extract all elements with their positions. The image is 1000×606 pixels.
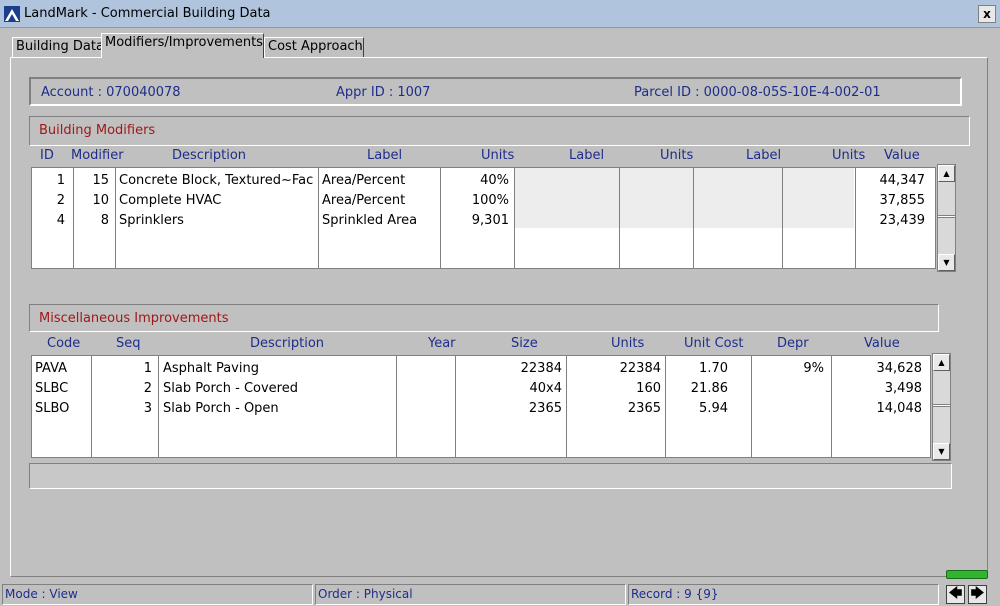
improvements-total-bar [29,463,952,489]
col-header-value: Value [864,336,900,351]
close-button[interactable]: x [978,5,996,23]
improvement-units[interactable]: 22384 [567,361,661,376]
col-header-size: Size [511,336,538,351]
improvement-units[interactable]: 160 [567,381,661,396]
empty-cells-shade [514,168,854,228]
modifier-units[interactable]: 40% [441,173,509,188]
modifier-label[interactable]: Sprinkled Area [322,213,438,228]
improvement-seq[interactable]: 3 [92,401,152,416]
improvement-value[interactable]: 14,048 [832,401,923,416]
tab-cost-approach[interactable]: Cost Approach [264,37,364,57]
col-header-id: ID [40,148,54,163]
status-record: Record : 9 {9} [628,584,939,605]
parcel-id-label: Parcel ID : 0000-08-05S-10E-4-002-01 [634,85,881,100]
modifier-id[interactable]: 1 [32,173,65,188]
misc-improvements-title: Miscellaneous Improvements [39,311,229,326]
improvement-code[interactable]: PAVA [35,361,89,376]
col-header-label-3: Label [746,148,782,163]
modifier-label[interactable]: Area/Percent [322,193,438,208]
title-bar: LandMark - Commercial Building Data x [0,0,1000,28]
col-header-year: Year [428,336,456,351]
modifier-id[interactable]: 4 [32,213,65,228]
modifier-id[interactable]: 2 [32,193,65,208]
scroll-thumb[interactable] [933,404,950,407]
next-record-arrow-icon[interactable]: 🡆 [968,585,987,604]
improvement-code[interactable]: SLBO [35,401,89,416]
scroll-down-arrow-icon[interactable]: ▼ [933,443,950,460]
scroll-up-arrow-icon[interactable]: ▲ [933,354,950,371]
landmark-logo-icon [4,6,20,22]
improvement-size[interactable]: 2365 [456,401,562,416]
modifier-description[interactable]: Sprinklers [119,213,316,228]
improvement-code[interactable]: SLBC [35,381,89,396]
appr-id-label: Appr ID : 1007 [336,85,431,100]
improvement-description[interactable]: Asphalt Paving [163,361,393,376]
improvement-seq[interactable]: 1 [92,361,152,376]
improvements-grid[interactable]: PAVA 1 Asphalt Paving 22384 22384 1.70 9… [31,355,931,458]
col-header-units: Units [611,336,645,351]
col-header-units-3: Units [832,148,866,163]
scroll-thumb[interactable] [938,215,955,218]
modifiers-scrollbar[interactable]: ▲ ▼ [937,164,956,272]
scroll-down-arrow-icon[interactable]: ▼ [938,254,955,271]
col-header-label-1: Label [367,148,403,163]
improvement-units[interactable]: 2365 [567,401,661,416]
modifier-label[interactable]: Area/Percent [322,173,438,188]
modifier-value[interactable]: 44,347 [856,173,926,188]
col-header-description: Description [250,336,325,351]
col-header-code: Code [47,336,81,351]
prev-record-arrow-icon[interactable]: 🡄 [946,585,965,604]
improvement-unit-cost[interactable]: 5.94 [666,401,728,416]
modifier-units[interactable]: 100% [441,193,509,208]
col-header-units-1: Units [481,148,515,163]
modifier-description[interactable]: Concrete Block, Textured~Fac [119,173,316,188]
modifier-code[interactable]: 8 [74,213,109,228]
improvement-unit-cost[interactable]: 21.86 [666,381,728,396]
col-header-units-2: Units [660,148,694,163]
improvement-description[interactable]: Slab Porch - Covered [163,381,393,396]
modifier-code[interactable]: 10 [74,193,109,208]
modifiers-grid[interactable]: 1 15 Concrete Block, Textured~Fac Area/P… [31,167,936,269]
tab-building-data[interactable]: Building Data [12,37,104,57]
improvements-scrollbar[interactable]: ▲ ▼ [932,353,951,461]
window-title: LandMark - Commercial Building Data [24,6,271,21]
col-header-depr: Depr [777,336,809,351]
improvement-depr[interactable]: 9% [752,361,824,376]
building-modifiers-title: Building Modifiers [39,123,156,138]
col-header-description: Description [172,148,247,163]
scroll-up-arrow-icon[interactable]: ▲ [938,165,955,182]
modifier-code[interactable]: 15 [74,173,109,188]
col-header-modifier: Modifier [71,148,124,163]
improvement-value[interactable]: 3,498 [832,381,922,396]
col-header-unit-cost: Unit Cost [684,336,744,351]
improvement-description[interactable]: Slab Porch - Open [163,401,393,416]
modifier-description[interactable]: Complete HVAC [119,193,316,208]
tab-modifiers-improvements[interactable]: Modifiers/Improvements [101,33,264,58]
modifier-units[interactable]: 9,301 [441,213,509,228]
account-info-bar: Account : 070040078 Appr ID : 1007 Parce… [29,77,962,106]
improvement-size[interactable]: 40x4 [456,381,562,396]
improvement-value[interactable]: 34,628 [832,361,923,376]
col-header-seq: Seq [116,336,141,351]
improvement-size[interactable]: 22384 [456,361,562,376]
status-mode: Mode : View [2,584,313,605]
modifier-value[interactable]: 37,855 [856,193,926,208]
building-modifiers-header-box [29,116,970,146]
improvement-unit-cost[interactable]: 1.70 [666,361,728,376]
col-header-label-2: Label [569,148,605,163]
improvement-seq[interactable]: 2 [92,381,152,396]
modifier-value[interactable]: 23,439 [856,213,926,228]
account-label: Account : 070040078 [41,85,181,100]
col-header-value: Value [884,148,920,163]
status-indicator-light [946,570,988,579]
status-order: Order : Physical [315,584,626,605]
